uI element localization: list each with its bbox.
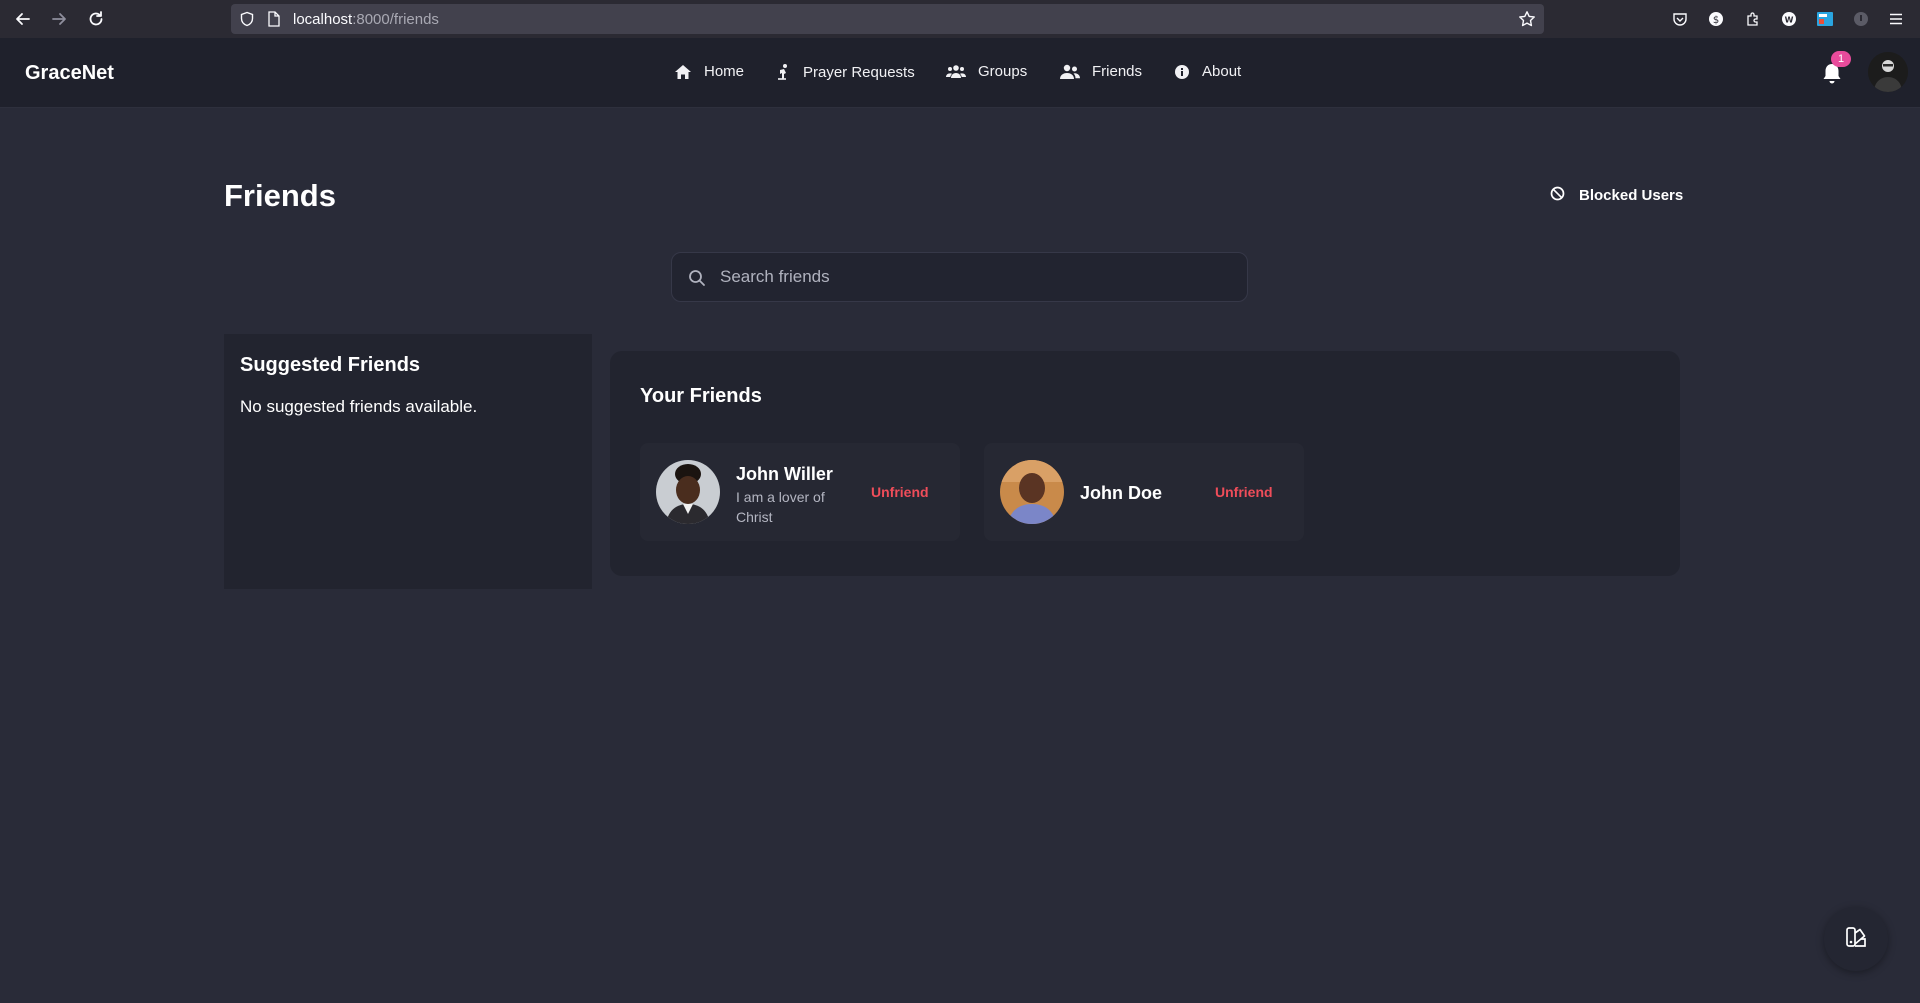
suggested-friends-empty-text: No suggested friends available. <box>240 397 478 416</box>
suggested-friends-title: Suggested Friends <box>240 354 421 376</box>
pocket-icon[interactable] <box>1670 9 1690 29</box>
notification-badge: 1 <box>1831 51 1851 67</box>
friend-avatar[interactable] <box>656 460 720 524</box>
search-icon <box>689 270 705 286</box>
brand-logo[interactable]: GraceNet <box>25 62 114 85</box>
friend-avatar[interactable] <box>1000 460 1064 524</box>
back-icon[interactable] <box>11 7 35 31</box>
nav-item-home[interactable]: Home <box>674 63 744 80</box>
friend-name[interactable]: John Willer <box>736 464 833 485</box>
friend-card[interactable]: John Doe Unfriend <box>984 443 1304 541</box>
ban-icon <box>1550 186 1565 205</box>
users-group-icon <box>946 64 966 80</box>
palette-icon <box>1845 926 1867 953</box>
friend-name[interactable]: John Doe <box>1080 483 1162 504</box>
suggested-friends-panel: Suggested Friends No suggested friends a… <box>224 334 592 589</box>
info-icon[interactable] <box>1851 9 1871 29</box>
theme-toggle-button[interactable] <box>1824 907 1888 971</box>
browser-toolbar: localhost:8000/friends $ W <box>0 0 1920 38</box>
nav-label-about: About <box>1202 63 1242 80</box>
user-avatar[interactable] <box>1868 52 1908 92</box>
your-friends-panel: Your Friends John Willer I am a lover of… <box>610 351 1680 576</box>
user-friends-icon <box>1060 64 1080 80</box>
friend-card[interactable]: John Willer I am a lover of Christ Unfri… <box>640 443 960 541</box>
home-icon <box>674 64 692 80</box>
blocked-users-link[interactable]: Blocked Users <box>1550 186 1683 205</box>
nav-label-home: Home <box>704 63 745 80</box>
url-path: :8000/friends <box>352 11 439 28</box>
praying-icon <box>777 63 791 81</box>
unfriend-button[interactable]: Unfriend <box>871 484 929 500</box>
nav-item-prayer-requests[interactable]: Prayer Requests <box>777 63 915 81</box>
nav-label-prayer-requests: Prayer Requests <box>803 63 915 81</box>
url-host: localhost <box>293 11 353 28</box>
bookmark-star-icon[interactable] <box>1518 10 1536 33</box>
friend-bio: I am a lover of Christ <box>736 489 825 525</box>
svg-text:W: W <box>1785 16 1794 25</box>
search-input[interactable] <box>720 253 1230 301</box>
forward-icon[interactable] <box>47 7 71 31</box>
unfriend-button[interactable]: Unfriend <box>1215 484 1273 500</box>
reload-icon[interactable] <box>84 7 108 31</box>
nav-label-groups: Groups <box>978 63 1028 80</box>
menu-icon[interactable] <box>1886 9 1906 29</box>
nav-item-friends[interactable]: Friends <box>1060 63 1142 80</box>
wappalyzer-icon[interactable]: W <box>1779 9 1799 29</box>
blocked-users-label: Blocked Users <box>1579 187 1684 204</box>
puzzle-icon[interactable] <box>1743 9 1763 29</box>
extension-icon[interactable]: $ <box>1706 9 1726 29</box>
main-navbar: GraceNet Home Prayer Requests Groups Fri… <box>0 38 1920 108</box>
screen-icon[interactable] <box>1815 9 1835 29</box>
page-icon <box>267 11 281 32</box>
nav-item-about[interactable]: About <box>1174 63 1241 80</box>
url-text[interactable]: localhost:8000/friends <box>293 11 439 28</box>
info-circle-icon <box>1174 64 1190 80</box>
page-title: Friends <box>224 178 336 213</box>
your-friends-title: Your Friends <box>640 385 762 407</box>
shield-icon[interactable] <box>239 11 255 32</box>
nav-label-friends: Friends <box>1092 63 1143 80</box>
nav-item-groups[interactable]: Groups <box>946 63 1027 80</box>
svg-text:$: $ <box>1713 15 1719 26</box>
url-bar[interactable]: localhost:8000/friends <box>231 4 1544 34</box>
search-box <box>671 252 1248 302</box>
